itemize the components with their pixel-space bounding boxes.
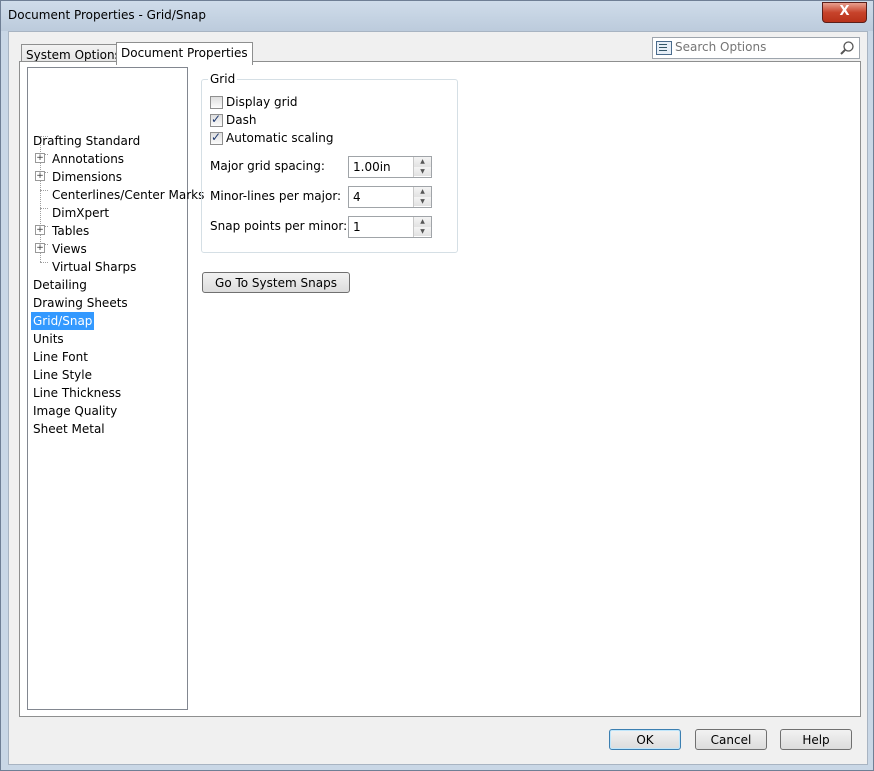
magnifier-icon[interactable] <box>839 40 855 56</box>
automatic-scaling-checkbox[interactable] <box>210 130 223 145</box>
tree-item-label: Virtual Sharps <box>52 260 137 274</box>
minor-lines-input[interactable] <box>353 189 411 204</box>
tree-item-label: Units <box>33 332 64 346</box>
go-to-system-snaps-button[interactable]: Go To System Snaps <box>202 272 350 293</box>
major-grid-spacing-stepper[interactable]: ▲ ▼ <box>348 156 432 178</box>
tree-item-drafting-standard[interactable]: Drafting Standard <box>31 132 142 150</box>
grid-group-label: Grid <box>208 72 238 86</box>
help-button[interactable]: Help <box>780 729 852 750</box>
tree-item-dimensions[interactable]: Dimensions <box>50 168 124 186</box>
tree-item-detailing[interactable]: Detailing <box>31 276 89 294</box>
tab-document-properties[interactable]: Document Properties <box>116 42 253 65</box>
snap-points-input[interactable] <box>353 219 411 234</box>
tree-item-annotations[interactable]: Annotations <box>50 150 126 168</box>
spin-arrows: ▲ ▼ <box>413 217 431 237</box>
window-title: Document Properties - Grid/Snap <box>8 8 207 22</box>
spin-arrows: ▲ ▼ <box>413 157 431 177</box>
tree-item-centerlines[interactable]: Centerlines/Center Marks <box>50 186 206 204</box>
expand-icon[interactable]: + <box>35 153 45 163</box>
tree-item-label: Detailing <box>33 278 87 292</box>
tree-connector <box>40 208 48 209</box>
title-bar: Document Properties - Grid/Snap X <box>1 1 873 31</box>
tree-item-label: Sheet Metal <box>33 422 105 436</box>
tree-item-dimxpert[interactable]: DimXpert <box>50 204 111 222</box>
tree-item-label: Annotations <box>52 152 125 166</box>
major-grid-spacing-label: Major grid spacing: <box>210 159 325 173</box>
tree-item-grid-snap[interactable]: Grid/Snap <box>31 312 95 330</box>
minor-lines-label: Minor-lines per major: <box>210 189 342 203</box>
display-grid-checkbox[interactable] <box>210 96 223 109</box>
tree-item-line-thickness[interactable]: Line Thickness <box>31 384 123 402</box>
spin-arrows: ▲ ▼ <box>413 187 431 207</box>
tree-connector <box>40 262 48 263</box>
tree-item-label: Dimensions <box>52 170 123 184</box>
tree-item-drawing-sheets[interactable]: Drawing Sheets <box>31 294 130 312</box>
tab-label: System Options <box>26 48 121 62</box>
tree-item-label: Views <box>52 242 87 256</box>
tab-panel: Drafting Standard + Annotations + Dimens… <box>19 61 861 717</box>
down-arrow-icon[interactable]: ▼ <box>414 197 431 206</box>
tree-item-virtual-sharps[interactable]: Virtual Sharps <box>50 258 138 276</box>
tree-item-label: Drawing Sheets <box>33 296 128 310</box>
close-button[interactable]: X <box>822 2 867 23</box>
ok-button[interactable]: OK <box>609 729 681 750</box>
options-tree[interactable]: Drafting Standard + Annotations + Dimens… <box>27 67 204 710</box>
down-arrow-icon[interactable]: ▼ <box>414 167 431 176</box>
minor-lines-stepper[interactable]: ▲ ▼ <box>348 186 432 208</box>
tree-item-label: Line Font <box>33 350 88 364</box>
tree-item-line-style[interactable]: Line Style <box>31 366 94 384</box>
expand-icon[interactable]: + <box>35 243 45 253</box>
expand-icon[interactable]: + <box>35 171 45 181</box>
expand-icon[interactable]: + <box>35 225 45 235</box>
tab-label: Document Properties <box>121 46 248 60</box>
tree-item-label: Line Style <box>33 368 92 382</box>
tree-item-label: Line Thickness <box>33 386 122 400</box>
major-grid-spacing-input[interactable] <box>353 159 411 174</box>
automatic-scaling-label[interactable]: Automatic scaling <box>226 131 333 145</box>
tree-item-label: Image Quality <box>33 404 118 418</box>
options-list-icon <box>656 41 672 55</box>
display-grid-label[interactable]: Display grid <box>226 95 298 109</box>
cancel-button[interactable]: Cancel <box>695 729 767 750</box>
tree-item-image-quality[interactable]: Image Quality <box>31 402 119 420</box>
search-input[interactable] <box>675 39 835 55</box>
tree-item-units[interactable]: Units <box>31 330 66 348</box>
snap-points-stepper[interactable]: ▲ ▼ <box>348 216 432 238</box>
tree-connector <box>40 190 48 191</box>
down-arrow-icon[interactable]: ▼ <box>414 227 431 236</box>
tree-item-label: DimXpert <box>52 206 110 220</box>
dash-label[interactable]: Dash <box>226 113 256 127</box>
dialog-client: System Options Document Properties Searc… <box>8 31 868 765</box>
dialog-window: Document Properties - Grid/Snap X System… <box>0 0 874 771</box>
tree-item-label: Tables <box>52 224 90 238</box>
tree-item-line-font[interactable]: Line Font <box>31 348 90 366</box>
tree-item-views[interactable]: Views <box>50 240 89 258</box>
tree-item-tables[interactable]: Tables <box>50 222 91 240</box>
tree-item-label: Drafting Standard <box>33 134 141 148</box>
tree-item-label: Centerlines/Center Marks <box>52 188 205 202</box>
tree-item-label: Grid/Snap <box>33 314 93 328</box>
search-box[interactable] <box>652 37 860 59</box>
tree-item-sheet-metal[interactable]: Sheet Metal <box>31 420 107 438</box>
snap-points-label: Snap points per minor: <box>210 219 348 233</box>
dash-checkbox[interactable] <box>210 112 223 127</box>
